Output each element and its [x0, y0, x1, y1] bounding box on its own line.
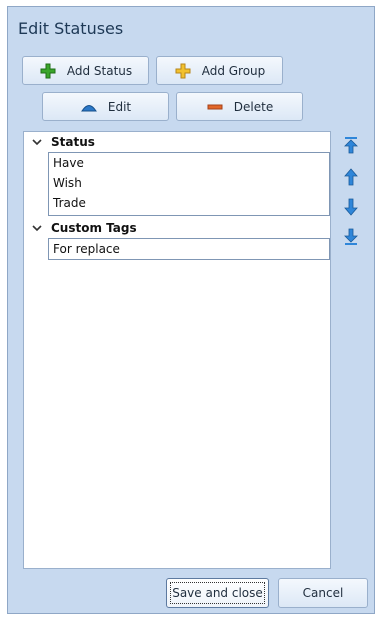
arrow-down-icon[interactable] [342, 197, 360, 217]
arrow-up-icon[interactable] [342, 167, 360, 187]
delete-label: Delete [233, 99, 274, 114]
list-item[interactable]: For replace [49, 239, 329, 259]
yellow-plus-icon [174, 62, 192, 80]
orange-minus-icon [206, 98, 224, 116]
cancel-label: Cancel [302, 586, 344, 600]
group-label: Status [51, 135, 95, 149]
list-item[interactable]: Wish [49, 173, 329, 193]
group-header-custom-tags[interactable]: Custom Tags [24, 220, 330, 238]
add-status-button[interactable]: Add Status [22, 56, 149, 85]
chevron-down-icon[interactable] [32, 136, 42, 146]
group-items-status: Have Wish Trade [48, 152, 330, 216]
list-item[interactable]: Have [49, 153, 329, 173]
status-list[interactable]: Status Have Wish Trade Custom Tags For r… [23, 131, 331, 569]
add-group-button[interactable]: Add Group [156, 56, 283, 85]
save-and-close-button[interactable]: Save and close [166, 578, 269, 608]
list-item[interactable]: Trade [49, 193, 329, 213]
edit-button[interactable]: Edit [42, 92, 169, 121]
arrow-bottom-icon[interactable] [342, 227, 360, 247]
add-group-label: Add Group [201, 63, 266, 78]
arrow-top-icon[interactable] [342, 135, 360, 155]
edit-label: Edit [107, 99, 132, 114]
group-header-status[interactable]: Status [24, 134, 330, 152]
cancel-button[interactable]: Cancel [278, 578, 368, 608]
group-items-custom-tags: For replace [48, 238, 330, 260]
edit-statuses-dialog: Edit Statuses Add Status Add Group Edit [7, 6, 375, 614]
blue-triangle-icon [80, 98, 98, 116]
dialog-title: Edit Statuses [18, 19, 124, 38]
group-label: Custom Tags [51, 221, 137, 235]
green-plus-icon [39, 62, 57, 80]
chevron-down-icon[interactable] [32, 222, 42, 232]
focus-rectangle [170, 582, 265, 604]
delete-button[interactable]: Delete [176, 92, 303, 121]
add-status-label: Add Status [66, 63, 133, 78]
